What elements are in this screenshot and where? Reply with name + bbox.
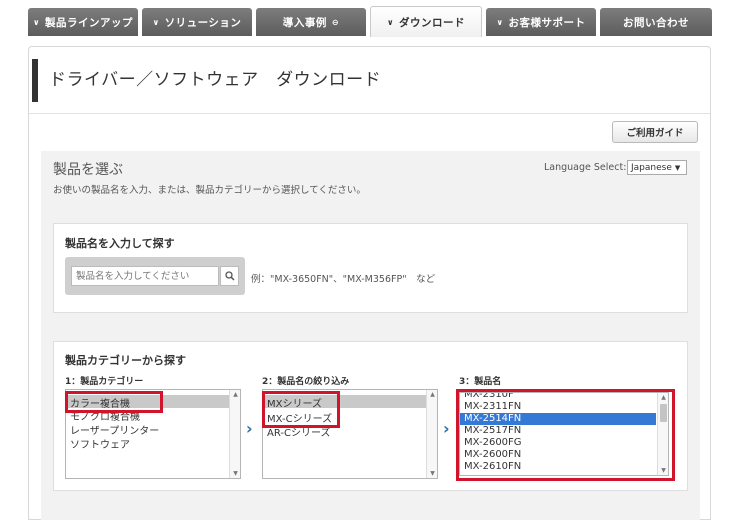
dropdown-arrow-icon: ▼ <box>674 163 681 172</box>
scrollbar[interactable]: ▲ ▼ <box>229 390 240 478</box>
chevron-down-icon: ∨ <box>33 17 40 27</box>
chevron-right-icon: › <box>246 419 253 438</box>
section-title: 製品を選ぶ <box>53 162 123 178</box>
list-item[interactable]: ソフトウェア <box>70 436 130 451</box>
search-button[interactable] <box>220 266 239 286</box>
highlight-frame <box>65 391 163 413</box>
tab-download[interactable]: ∨ ダウンロード <box>370 6 482 37</box>
tab-label: 製品ラインアップ <box>45 16 133 29</box>
language-select-label: Language Select: <box>544 162 627 173</box>
category-box-title: 製品カテゴリーから探す <box>65 354 186 367</box>
section-description: お使いの製品名を入力、または、製品カテゴリーから選択してください。 <box>53 185 366 196</box>
search-box-title: 製品名を入力して探す <box>65 237 175 250</box>
tab-label: 導入事例 <box>282 16 327 29</box>
product-column-label: 3：製品名 <box>459 377 502 387</box>
chevron-down-icon: ∨ <box>387 17 394 27</box>
category-column-label: 1：製品カテゴリー <box>65 377 144 387</box>
tab-label: お客様サポート <box>508 16 586 29</box>
chevron-down-icon: ∨ <box>496 17 504 27</box>
chevron-down-icon: ∨ <box>152 17 160 27</box>
scrollbar[interactable]: ▲ ▼ <box>426 390 437 478</box>
scroll-down-icon[interactable]: ▼ <box>427 470 437 477</box>
product-name-search-input[interactable] <box>71 266 219 286</box>
highlight-frame <box>456 389 675 481</box>
list-item[interactable]: レーザープリンター <box>70 422 159 437</box>
divider <box>29 113 710 114</box>
tab-label: ソリューション <box>164 16 242 29</box>
tab-support[interactable]: ∨ お客様サポート <box>486 8 596 36</box>
tab-products[interactable]: ∨ 製品ラインアップ <box>28 8 138 36</box>
tab-label: ダウンロード <box>399 16 465 29</box>
scroll-up-icon[interactable]: ▲ <box>230 391 240 398</box>
top-navigation: ∨ 製品ラインアップ ∨ ソリューション 導入事例 ⊖ ∨ ダウンロード ∨ お… <box>0 0 747 37</box>
usage-guide-button[interactable]: ご利用ガイド <box>612 121 698 143</box>
page-title: ドライバー／ソフトウェア ダウンロード <box>49 70 382 90</box>
chevron-right-icon: › <box>443 419 450 438</box>
scroll-down-icon[interactable]: ▼ <box>230 470 240 477</box>
title-accent-bar <box>32 59 38 102</box>
series-column-label: 2：製品名の絞り込み <box>262 377 350 387</box>
tab-label: お問い合わせ <box>623 16 689 29</box>
highlight-frame <box>262 391 340 428</box>
main-panel: ドライバー／ソフトウェア ダウンロード ご利用ガイド 製品を選ぶ お使いの製品名… <box>28 46 711 520</box>
external-link-icon: ⊖ <box>331 17 340 27</box>
tab-solutions[interactable]: ∨ ソリューション <box>142 8 252 36</box>
tab-case-studies[interactable]: 導入事例 ⊖ <box>256 8 366 36</box>
scroll-up-icon[interactable]: ▲ <box>427 391 437 398</box>
language-select-value: Japanese <box>631 162 672 173</box>
search-example-text: 例："MX-3650FN"、"MX-M356FP" など <box>251 274 436 285</box>
language-select[interactable]: Japanese ▼ <box>627 160 687 175</box>
tab-contact[interactable]: お問い合わせ <box>600 8 712 36</box>
search-icon <box>224 271 235 281</box>
